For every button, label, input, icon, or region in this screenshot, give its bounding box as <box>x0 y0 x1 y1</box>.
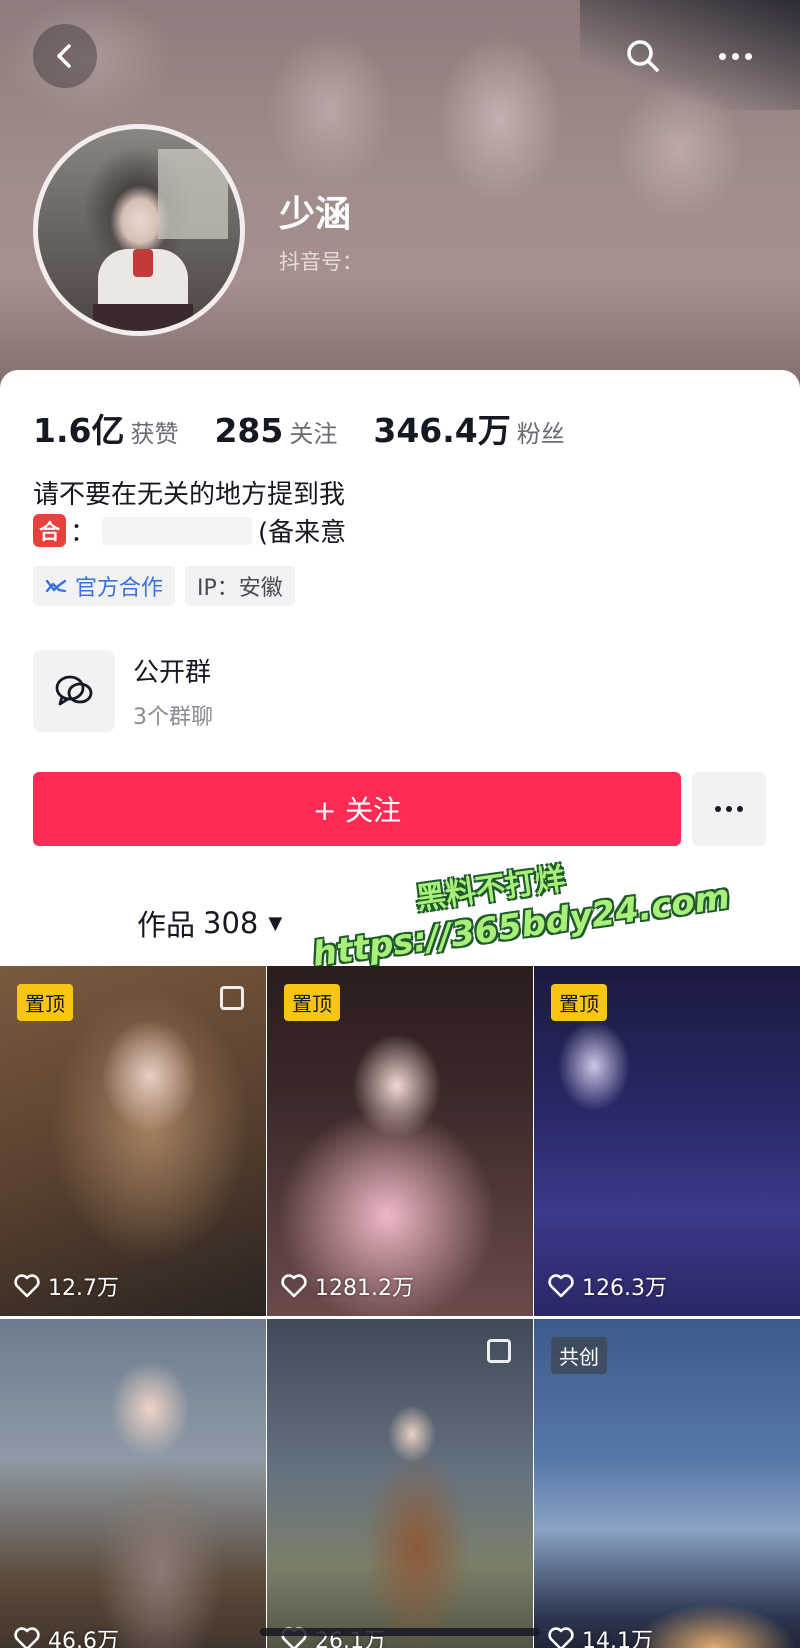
cooperation-badge-icon: 合 <box>33 514 66 547</box>
stat-likes: 1.6亿 获赞 <box>33 404 178 452</box>
stat-following-value: 285 <box>214 411 284 450</box>
tag-row: 官方合作 IP：安徽 <box>33 566 295 606</box>
stat-following[interactable]: 285 关注 <box>214 411 337 450</box>
video-likes-count: 1281.2万 <box>315 1276 414 1301</box>
video-likes: 14.1万 <box>548 1623 653 1648</box>
pinned-badge: 置顶 <box>551 984 607 1021</box>
tab-works[interactable]: 作品 308 ▼ <box>137 902 282 944</box>
banner-shadow <box>580 0 800 110</box>
public-group-entry[interactable]: 公开群 3个群聊 <box>33 650 213 732</box>
stats-row: 1.6亿 获赞 285 关注 346.4万 粉丝 <box>33 404 601 452</box>
bio-line-1: 请不要在无关的地方提到我 <box>33 480 346 510</box>
chat-bubbles-icon <box>33 650 115 732</box>
heart-icon <box>281 1274 307 1298</box>
bio-line-2: 合 ： (备来意 <box>33 512 346 549</box>
more-options-button[interactable] <box>709 30 761 82</box>
more-dots-icon <box>715 806 743 812</box>
handshake-icon <box>45 577 67 595</box>
home-indicator[interactable] <box>260 1628 540 1636</box>
video-likes-count: 12.7万 <box>48 1276 119 1301</box>
tab-works-label: 作品 <box>137 908 196 942</box>
tab-works-count: 308 <box>203 906 259 940</box>
ip-location-tag: IP：安徽 <box>185 566 295 606</box>
heart-icon <box>14 1627 40 1648</box>
stat-following-label: 关注 <box>289 420 338 448</box>
heart-icon <box>14 1274 40 1298</box>
group-subtitle: 3个群聊 <box>133 704 213 730</box>
co-create-badge: 共创 <box>551 1337 607 1374</box>
video-tile[interactable]: 置顶 126.3万 <box>534 966 800 1316</box>
back-button[interactable] <box>33 24 97 88</box>
video-likes-count: 14.1万 <box>582 1629 653 1648</box>
video-grid: 置顶 12.7万 置顶 1281.2万 置顶 126.3万 46.6万 26.1… <box>0 966 800 1648</box>
chevron-left-icon <box>57 44 71 68</box>
video-likes: 1281.2万 <box>281 1270 414 1302</box>
follow-button[interactable]: + 关注 <box>33 772 681 846</box>
official-cooperation-label: 官方合作 <box>75 576 164 601</box>
group-title: 公开群 <box>133 657 212 688</box>
video-tile[interactable]: 46.6万 <box>0 1319 266 1648</box>
bio-line-2-prefix: ： <box>70 518 97 548</box>
stat-followers[interactable]: 346.4万 粉丝 <box>373 404 564 452</box>
multi-image-icon <box>487 1339 511 1363</box>
redacted-block <box>102 516 253 545</box>
profile-banner: 少涵 抖音号： <box>0 0 800 400</box>
douyin-id-label: 抖音号： <box>279 250 363 274</box>
video-tile[interactable]: 置顶 12.7万 <box>0 966 266 1316</box>
search-button[interactable] <box>617 30 669 82</box>
video-likes: 46.6万 <box>14 1623 119 1648</box>
stat-followers-value: 346.4万 <box>373 411 511 450</box>
more-dots-icon <box>718 52 752 60</box>
avatar[interactable] <box>33 124 245 336</box>
official-cooperation-tag[interactable]: 官方合作 <box>33 566 176 606</box>
video-tile[interactable]: 置顶 1281.2万 <box>267 966 533 1316</box>
stat-likes-label: 获赞 <box>130 420 179 448</box>
video-tile[interactable]: 共创 14.1万 <box>534 1319 800 1648</box>
video-likes-count: 46.6万 <box>48 1629 119 1648</box>
caret-down-icon: ▼ <box>268 912 283 934</box>
pinned-badge: 置顶 <box>284 984 340 1021</box>
bio-line-2-suffix: (备来意 <box>258 518 347 548</box>
video-likes: 12.7万 <box>14 1270 119 1302</box>
video-tile[interactable]: 26.1万 <box>267 1319 533 1648</box>
stat-likes-value: 1.6亿 <box>33 411 125 450</box>
multi-image-icon <box>220 986 244 1010</box>
search-icon <box>627 40 659 72</box>
nickname: 少涵 <box>279 194 352 235</box>
pinned-badge: 置顶 <box>17 984 73 1021</box>
heart-icon <box>548 1627 574 1648</box>
video-likes-count: 126.3万 <box>582 1276 667 1301</box>
heart-icon <box>548 1274 574 1298</box>
stat-followers-label: 粉丝 <box>516 420 565 448</box>
video-likes: 126.3万 <box>548 1270 667 1302</box>
